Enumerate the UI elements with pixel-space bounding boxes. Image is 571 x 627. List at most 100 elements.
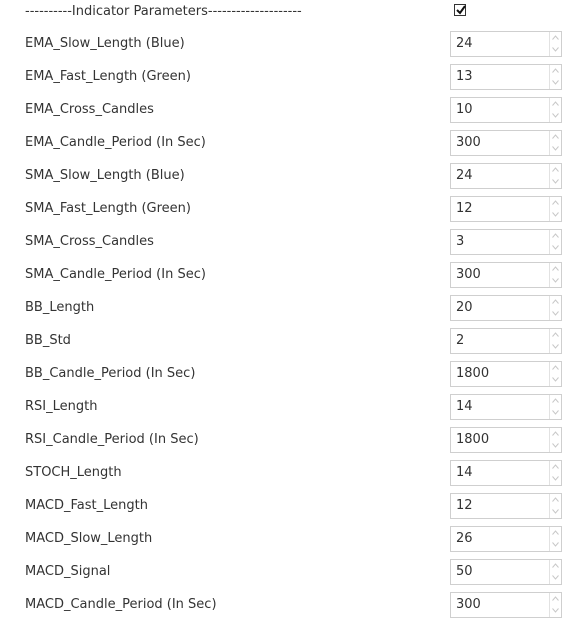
spinner-control	[549, 197, 561, 221]
chevron-up-icon	[552, 530, 559, 535]
param-number-input[interactable]: 1800	[450, 427, 562, 453]
spin-down-button[interactable]	[550, 308, 561, 320]
param-number-input[interactable]: 26	[450, 526, 562, 552]
param-label: SMA_Fast_Length (Green)	[25, 201, 191, 216]
spin-down-button[interactable]	[550, 77, 561, 89]
param-number-input[interactable]: 24	[450, 163, 562, 189]
indicator-parameters-checkbox[interactable]	[454, 4, 466, 16]
param-row: EMA_Fast_Length (Green) 13	[0, 64, 571, 97]
param-number-input[interactable]: 14	[450, 460, 562, 486]
spin-down-button[interactable]	[550, 440, 561, 452]
spin-down-button[interactable]	[550, 176, 561, 188]
spin-up-button[interactable]	[550, 263, 561, 275]
spin-up-button[interactable]	[550, 461, 561, 473]
param-label: EMA_Cross_Candles	[25, 102, 154, 117]
spin-up-button[interactable]	[550, 98, 561, 110]
param-number-input[interactable]: 13	[450, 64, 562, 90]
spin-up-button[interactable]	[550, 395, 561, 407]
param-number-input[interactable]: 300	[450, 130, 562, 156]
param-label: EMA_Fast_Length (Green)	[25, 69, 191, 84]
spin-up-button[interactable]	[550, 164, 561, 176]
spin-down-button[interactable]	[550, 209, 561, 221]
indicator-parameters-header-row: ----------Indicator Parameters----------…	[0, 0, 571, 33]
spinner-control	[549, 164, 561, 188]
spin-up-button[interactable]	[550, 527, 561, 539]
spin-up-button[interactable]	[550, 230, 561, 242]
chevron-up-icon	[552, 332, 559, 337]
param-value: 1800	[456, 432, 490, 447]
spin-down-button[interactable]	[550, 572, 561, 584]
spin-down-button[interactable]	[550, 143, 561, 155]
param-row: BB_Length 20	[0, 295, 571, 328]
param-value: 20	[456, 300, 473, 315]
param-value: 14	[456, 465, 473, 480]
chevron-down-icon	[552, 575, 559, 580]
spin-down-button[interactable]	[550, 407, 561, 419]
spin-up-button[interactable]	[550, 428, 561, 440]
spin-down-button[interactable]	[550, 605, 561, 617]
spin-up-button[interactable]	[550, 296, 561, 308]
param-number-input[interactable]: 3	[450, 229, 562, 255]
spin-down-button[interactable]	[550, 275, 561, 287]
param-row: RSI_Candle_Period (In Sec) 1800	[0, 427, 571, 460]
spin-up-button[interactable]	[550, 65, 561, 77]
param-value: 300	[456, 597, 481, 612]
param-label: BB_Candle_Period (In Sec)	[25, 366, 196, 381]
spinner-control	[549, 32, 561, 56]
param-label: SMA_Candle_Period (In Sec)	[25, 267, 206, 282]
param-value: 24	[456, 36, 473, 51]
param-value: 300	[456, 135, 481, 150]
chevron-down-icon	[552, 80, 559, 85]
spin-up-button[interactable]	[550, 131, 561, 143]
param-number-input[interactable]: 24	[450, 31, 562, 57]
chevron-up-icon	[552, 68, 559, 73]
spin-down-button[interactable]	[550, 506, 561, 518]
chevron-down-icon	[552, 311, 559, 316]
spin-down-button[interactable]	[550, 110, 561, 122]
param-number-input[interactable]: 10	[450, 97, 562, 123]
param-value: 12	[456, 498, 473, 513]
param-row: EMA_Candle_Period (In Sec) 300	[0, 130, 571, 163]
param-row: SMA_Candle_Period (In Sec) 300	[0, 262, 571, 295]
param-number-input[interactable]: 300	[450, 262, 562, 288]
spin-up-button[interactable]	[550, 197, 561, 209]
param-number-input[interactable]: 20	[450, 295, 562, 321]
spin-down-button[interactable]	[550, 242, 561, 254]
chevron-up-icon	[552, 431, 559, 436]
param-number-input[interactable]: 12	[450, 196, 562, 222]
spin-up-button[interactable]	[550, 560, 561, 572]
spin-down-button[interactable]	[550, 341, 561, 353]
spin-down-button[interactable]	[550, 374, 561, 386]
param-row: STOCH_Length 14	[0, 460, 571, 493]
spinner-control	[549, 428, 561, 452]
param-row: MACD_Signal 50	[0, 559, 571, 592]
param-row: MACD_Fast_Length 12	[0, 493, 571, 526]
param-number-input[interactable]: 2	[450, 328, 562, 354]
chevron-up-icon	[552, 266, 559, 271]
chevron-down-icon	[552, 113, 559, 118]
spin-down-button[interactable]	[550, 473, 561, 485]
param-number-input[interactable]: 50	[450, 559, 562, 585]
param-label: MACD_Slow_Length	[25, 531, 153, 546]
param-number-input[interactable]: 12	[450, 493, 562, 519]
spin-up-button[interactable]	[550, 329, 561, 341]
param-value: 24	[456, 168, 473, 183]
spinner-control	[549, 527, 561, 551]
spin-down-button[interactable]	[550, 44, 561, 56]
spinner-control	[549, 362, 561, 386]
spin-up-button[interactable]	[550, 593, 561, 605]
param-row: BB_Candle_Period (In Sec) 1800	[0, 361, 571, 394]
spin-up-button[interactable]	[550, 362, 561, 374]
spin-up-button[interactable]	[550, 32, 561, 44]
spin-down-button[interactable]	[550, 539, 561, 551]
param-value: 10	[456, 102, 473, 117]
param-value: 300	[456, 267, 481, 282]
param-number-input[interactable]: 300	[450, 592, 562, 618]
param-number-input[interactable]: 1800	[450, 361, 562, 387]
spin-up-button[interactable]	[550, 494, 561, 506]
param-row: MACD_Slow_Length 26	[0, 526, 571, 559]
param-row: MACD_Candle_Period (In Sec) 300	[0, 592, 571, 625]
param-label: EMA_Candle_Period (In Sec)	[25, 135, 206, 150]
param-number-input[interactable]: 14	[450, 394, 562, 420]
spinner-control	[549, 98, 561, 122]
